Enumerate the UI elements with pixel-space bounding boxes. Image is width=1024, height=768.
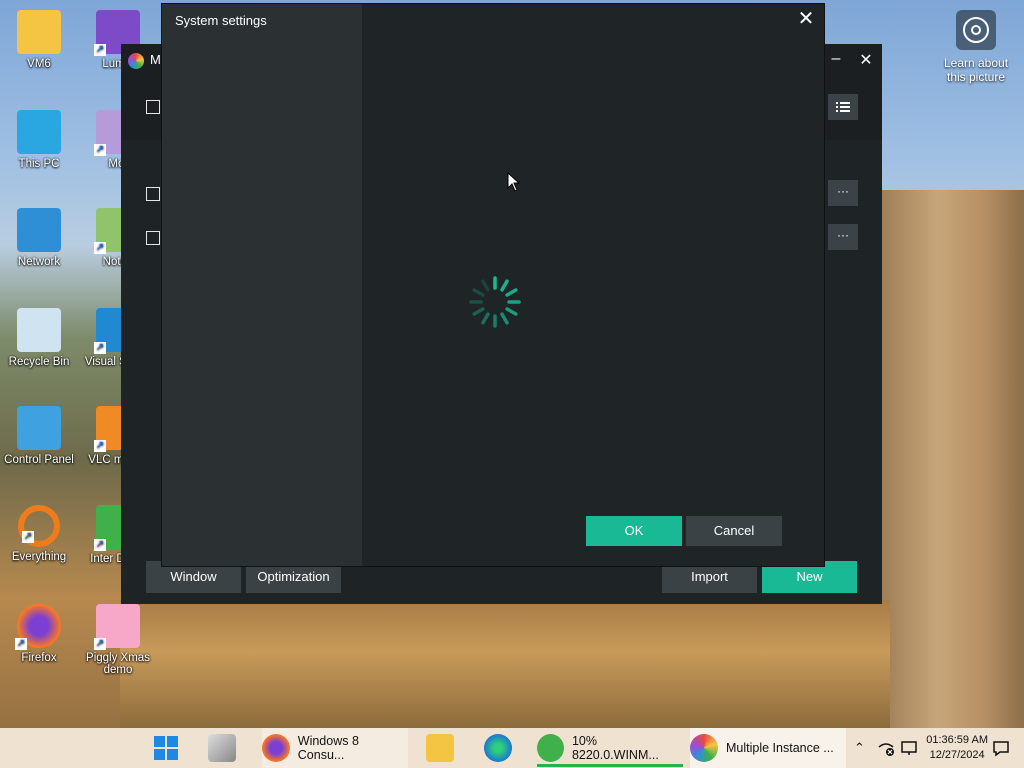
learn-label: Learn about this picture [943, 56, 1009, 84]
close-icon: ✕ [797, 8, 815, 30]
app-logo-icon [128, 53, 144, 69]
shortcut-arrow-icon: ↗ [94, 342, 106, 354]
row-more-button[interactable]: ··· [828, 224, 858, 250]
background-cliff [880, 190, 1024, 730]
display-icon[interactable] [900, 728, 918, 768]
settings-sidebar [162, 4, 362, 566]
clock[interactable]: 01:36:59 AM 12/27/2024 [926, 733, 988, 763]
desktop-icon-label: Piggly Xmas demo [86, 652, 150, 676]
taskbar-item-multiple-instance[interactable]: Multiple Instance ... [690, 728, 846, 768]
desktop-icon-label: VM6 [27, 58, 51, 70]
shortcut-arrow-icon: ↗ [94, 144, 106, 156]
app-title: M [150, 52, 161, 67]
recycle-bin-icon [17, 308, 61, 352]
desktop-icon-everything[interactable]: ↗ Everything [1, 505, 77, 563]
folder-icon [17, 10, 61, 54]
desktop-icon-control-panel[interactable]: Control Panel [1, 406, 77, 466]
taskbar-item-label: 10% 8220.0.WINM... [571, 734, 659, 762]
desktop-icon-network[interactable]: Network [1, 208, 77, 268]
system-settings-dialog: System settings ✕ OK Cancel [161, 3, 825, 567]
ok-button[interactable]: OK [586, 516, 682, 546]
taskbar-item-download[interactable]: 10% 8220.0.WINM... [537, 728, 683, 768]
taskbar-item-label: Windows 8 Consu... [297, 734, 359, 762]
app-close-button[interactable]: ✕ [851, 50, 881, 70]
taskbar-item-label: Multiple Instance ... [726, 741, 834, 755]
task-view-button[interactable] [208, 728, 244, 768]
control-panel-icon [17, 406, 61, 450]
desktop-icon-label: Recycle Bin [8, 356, 70, 368]
task-view-icon [208, 734, 236, 762]
start-button[interactable] [152, 728, 180, 768]
app-logo-icon [690, 734, 718, 762]
desktop-icon-label: Control Panel [4, 454, 74, 466]
row-more-button[interactable]: ··· [828, 180, 858, 206]
folder-icon [426, 734, 454, 762]
learn-about-picture[interactable]: Learn about this picture [940, 10, 1012, 84]
shortcut-arrow-icon: ↗ [94, 638, 106, 650]
taskbar-item-windows8-consumer[interactable]: Windows 8 Consu... [262, 728, 408, 768]
desktop-icon-label: This PC [18, 158, 60, 170]
shortcut-arrow-icon: ↗ [94, 539, 106, 551]
mouse-cursor-icon [507, 172, 521, 192]
clock-time: 01:36:59 AM [926, 734, 988, 746]
edge-button[interactable] [484, 728, 520, 768]
shortcut-arrow-icon: ↗ [94, 440, 106, 452]
firefox-icon: ↗ [15, 604, 61, 650]
show-hidden-icons-button[interactable]: ⌃ [854, 728, 865, 768]
shortcut-arrow-icon: ↗ [15, 638, 27, 650]
download-progress-indicator [537, 764, 683, 767]
desktop-icon-piggly[interactable]: ↗ Piggly Xmas demo [80, 604, 156, 676]
dialog-title: System settings [175, 13, 267, 28]
wifi-disconnected-icon [878, 743, 894, 756]
camera-icon [956, 10, 996, 50]
desktop-icon-label: Everything [11, 551, 67, 563]
desktop-icon-this-pc[interactable]: This PC [1, 110, 77, 170]
file-explorer-button[interactable] [426, 728, 462, 768]
notification-icon [993, 741, 1009, 757]
background-rocks [120, 600, 890, 730]
chevron-up-icon: ⌃ [854, 740, 865, 755]
desktop-icon-vm6[interactable]: VM6 [1, 10, 77, 70]
loading-spinner-icon [469, 276, 521, 328]
everything-search-icon: ↗ [18, 505, 60, 547]
list-view-button[interactable] [828, 94, 858, 120]
select-all-checkbox[interactable] [146, 100, 160, 114]
network-icon [17, 208, 61, 252]
download-manager-icon [537, 734, 564, 762]
row-checkbox[interactable] [146, 231, 160, 245]
notifications-button[interactable] [992, 728, 1010, 768]
shortcut-arrow-icon: ↗ [94, 44, 106, 56]
desktop-icon-label: Network [17, 256, 61, 268]
shortcut-arrow-icon: ↗ [94, 242, 106, 254]
monitor-icon [17, 110, 61, 154]
desktop-icon-firefox[interactable]: ↗ Firefox [1, 604, 77, 664]
desktop-icon-recycle-bin[interactable]: Recycle Bin [1, 308, 77, 368]
edge-icon [484, 734, 512, 762]
desktop-icon-label: Firefox [21, 652, 57, 664]
dialog-close-button[interactable]: ✕ [794, 8, 818, 32]
list-icon [836, 102, 850, 112]
shortcut-arrow-icon: ↗ [22, 531, 34, 543]
firefox-icon [262, 734, 290, 762]
network-status-icon[interactable] [877, 728, 895, 768]
windows-logo-icon [154, 736, 178, 760]
cancel-button[interactable]: Cancel [686, 516, 782, 546]
clock-date: 12/27/2024 [929, 749, 985, 761]
row-checkbox[interactable] [146, 187, 160, 201]
minimize-button[interactable]: – [821, 50, 851, 68]
pig-icon: ↗ [94, 604, 140, 650]
monitor-icon [901, 741, 917, 755]
taskbar: Windows 8 Consu... 10% 8220.0.WINM... Mu… [0, 728, 1024, 768]
